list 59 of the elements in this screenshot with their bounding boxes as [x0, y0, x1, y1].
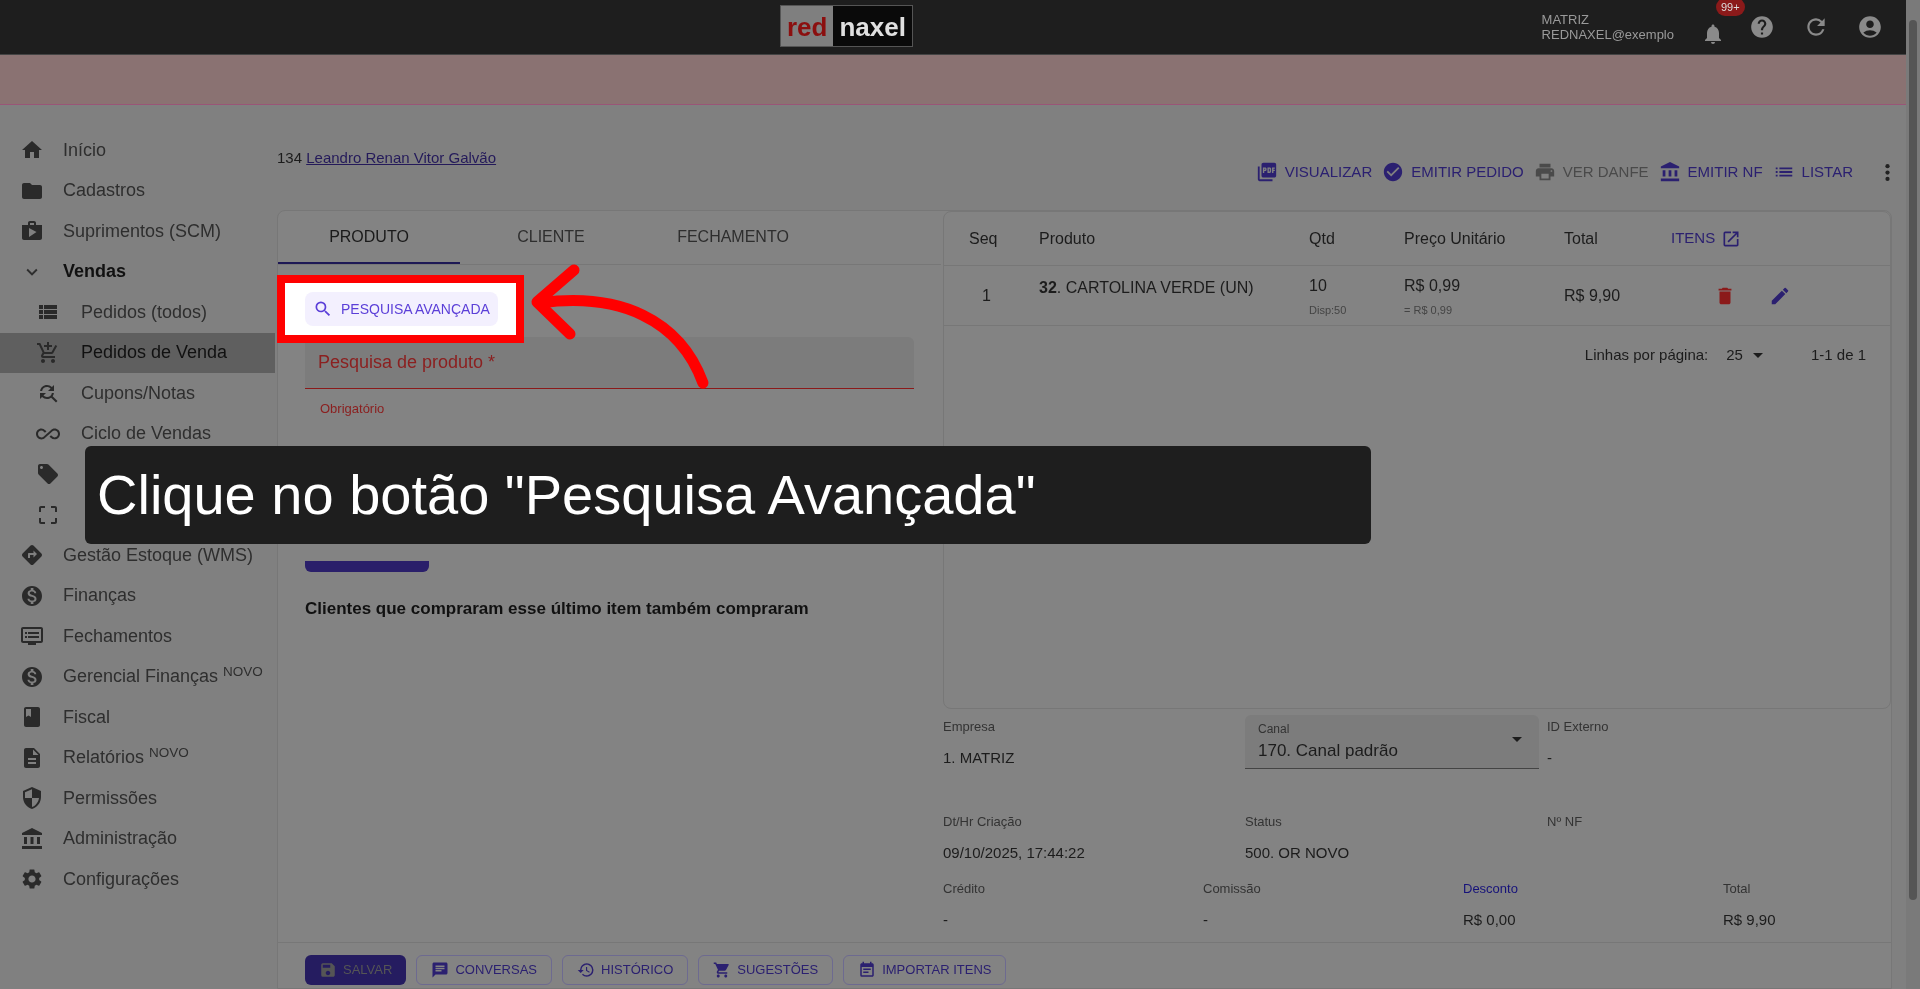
field-label: Pesquisa de produto *: [318, 351, 496, 374]
column-header: Seq: [968, 228, 999, 249]
sidebar-label: Relatórios $^{NOVO}$: [63, 744, 189, 770]
sidebar-label: Fiscal: [63, 705, 110, 729]
info-value: -: [1203, 909, 1208, 930]
sidebar-label: Administração: [63, 827, 178, 851]
user-email: REDNAXEL@exemplo: [1541, 27, 1674, 42]
logo-text: red: [781, 6, 834, 46]
info-label: Total: [1723, 880, 1752, 898]
table-cell-text: 32. CARTOLINA VERDE (UN): [1039, 278, 1255, 298]
info-value: 09/10/2025, 17:44:22: [943, 842, 1085, 863]
table-cell-text: R$ 9,90: [1564, 285, 1622, 306]
info-value: R$ 9,90: [1723, 909, 1776, 930]
info-label: Status: [1245, 813, 1283, 831]
table-cell-text: 10: [1309, 276, 1328, 296]
info-label: ID Externo: [1547, 718, 1610, 736]
sidebar-label: Gestão Estoque (WMS): [63, 543, 254, 567]
sidebar-label: Finanças: [63, 584, 137, 608]
column-header: Preço Unitário: [1404, 228, 1507, 249]
sidebar-label: Permissões: [63, 786, 158, 810]
sidebar-label: Configurações: [63, 867, 180, 891]
field-value: 170. Canal padrão: [1258, 739, 1398, 762]
info-label: Desconto: [1463, 880, 1519, 898]
info-value: -: [943, 909, 948, 930]
info-label: Dt/Hr Criação: [943, 813, 1023, 831]
sidebar-label: Pedidos (todos): [81, 300, 208, 324]
price-note: = R$ 0,99: [1404, 303, 1453, 318]
sidebar-label: Vendas: [63, 260, 127, 284]
rows-per-page-label: Linhas por página:: [1584, 344, 1709, 365]
sidebar-label: Cadastros: [63, 179, 146, 203]
info-value: -: [1547, 747, 1552, 768]
sidebar-label: Fechamentos: [63, 624, 173, 648]
notification-badge: 99+: [1716, 0, 1745, 16]
company-name: MATRIZ: [1541, 12, 1590, 27]
info-label: Comissão: [1203, 880, 1262, 898]
info-value: 1. MATRIZ: [943, 747, 1015, 768]
info-label: Nº NF: [1547, 813, 1584, 831]
field-label: Canal: [1258, 720, 1291, 738]
caption-text: Clique no botão "Pesquisa Avançada": [97, 462, 1036, 528]
sidebar-label: Suprimentos (SCM): [63, 219, 222, 243]
info-value: 500. OR NOVO: [1245, 842, 1350, 863]
sidebar-label: Início: [63, 138, 107, 162]
column-header: Produto: [1039, 228, 1097, 249]
sidebar-label: Ciclo de Vendas: [81, 422, 212, 446]
sidebar-label: Gerencial Finanças $^{NOVO}$: [63, 663, 263, 689]
column-header: Qtd: [1309, 228, 1336, 249]
table-cell-text: 1: [981, 285, 992, 306]
sidebar-label: Pedidos de Venda: [81, 341, 228, 365]
info-label: Crédito: [943, 880, 986, 898]
info-value: R$ 0,00: [1463, 909, 1516, 930]
info-label: Empresa: [943, 718, 997, 736]
stock-note: Disp:50: [1309, 303, 1348, 318]
order-number: 134: [277, 149, 303, 166]
page-range: 1-1 de 1: [1810, 344, 1866, 365]
logo-text: naxel: [833, 6, 912, 46]
helper-text: Obrigatório: [319, 400, 385, 418]
table-cell-text: R$ 0,99: [1404, 276, 1462, 296]
sidebar-label: Cupons/Notas: [81, 381, 196, 405]
section-title: Clientes que compraram esse último item também compraram: [305, 597, 810, 620]
